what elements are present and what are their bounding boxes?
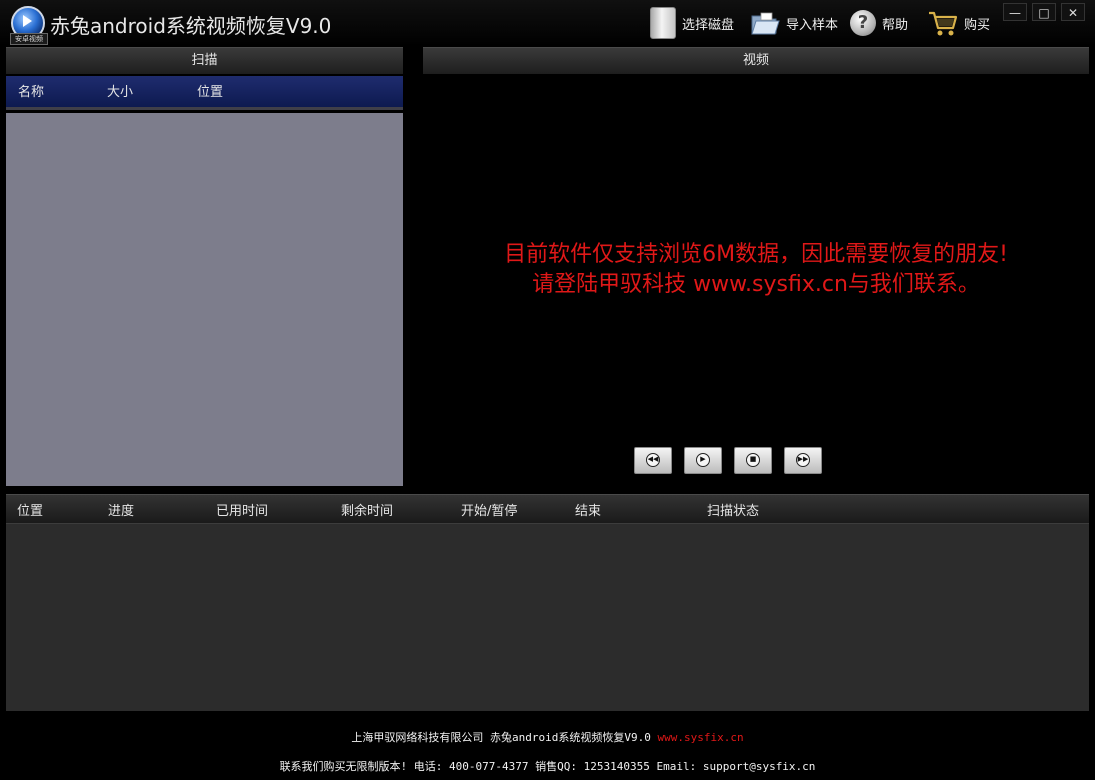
select-disk-button[interactable]: 选择磁盘 bbox=[650, 6, 734, 40]
fast-forward-button[interactable]: ▶▶ bbox=[784, 447, 822, 474]
video-limit-message: 目前软件仅支持浏览6M数据，因此需要恢复的朋友! 请登陆甲驭科技 www.sys… bbox=[423, 240, 1089, 300]
video-preview-area: 目前软件仅支持浏览6M数据，因此需要恢复的朋友! 请登陆甲驭科技 www.sys… bbox=[423, 75, 1089, 486]
task-list[interactable] bbox=[6, 523, 1089, 711]
play-icon: ▶ bbox=[696, 453, 710, 467]
close-button[interactable]: ✕ bbox=[1061, 3, 1085, 21]
rewind-icon: ◀◀ bbox=[646, 453, 660, 467]
maximize-button[interactable]: □ bbox=[1032, 3, 1056, 21]
app-logo-icon: 安卓视频 bbox=[10, 6, 48, 45]
scan-file-list[interactable] bbox=[6, 113, 403, 486]
app-window: 安卓视频 赤兔android系统视频恢复V9.0 选择磁盘 导入样本 ? 帮助 bbox=[0, 0, 1095, 780]
scan-column-header-row: 名称 大小 位置 bbox=[6, 76, 403, 110]
app-logo-text: 安卓视频 bbox=[10, 33, 48, 45]
minimize-button[interactable]: — bbox=[1003, 3, 1027, 21]
stop-button[interactable]: ■ bbox=[734, 447, 772, 474]
app-title: 赤兔android系统视频恢复V9.0 bbox=[50, 14, 332, 38]
video-message-line2: 请登陆甲驭科技 www.sysfix.cn与我们联系。 bbox=[532, 272, 980, 297]
play-button[interactable]: ▶ bbox=[684, 447, 722, 474]
import-sample-label: 导入样本 bbox=[786, 17, 839, 33]
footer-website-link[interactable]: www.sysfix.cn bbox=[658, 731, 744, 744]
buy-button[interactable]: 购买 bbox=[928, 6, 990, 40]
shopping-cart-icon bbox=[929, 11, 958, 36]
folder-icon bbox=[751, 12, 780, 35]
scan-panel-header: 扫描 bbox=[6, 47, 403, 74]
video-message-line1: 目前软件仅支持浏览6M数据，因此需要恢复的朋友! bbox=[504, 242, 1008, 267]
disk-icon bbox=[650, 7, 676, 39]
footer-company-line: 上海甲驭网络科技有限公司 赤兔android系统视频恢复V9.0 www.sys… bbox=[0, 729, 1095, 745]
select-disk-label: 选择磁盘 bbox=[682, 17, 735, 33]
footer-company-text: 上海甲驭网络科技有限公司 赤兔android系统视频恢复V9.0 bbox=[351, 731, 651, 744]
rewind-button[interactable]: ◀◀ bbox=[634, 447, 672, 474]
help-icon: ? bbox=[850, 10, 876, 36]
stop-icon: ■ bbox=[746, 453, 760, 467]
fast-forward-icon: ▶▶ bbox=[796, 453, 810, 467]
video-panel-header: 视频 bbox=[423, 47, 1089, 74]
help-label: 帮助 bbox=[882, 17, 909, 33]
footer-contact-line: 联系我们购买无限制版本! 电话: 400-077-4377 销售QQ: 1253… bbox=[279, 760, 816, 773]
scan-col-size[interactable]: 大小 bbox=[107, 76, 133, 110]
title-bar: 安卓视频 赤兔android系统视频恢复V9.0 选择磁盘 导入样本 ? 帮助 bbox=[0, 0, 1095, 46]
import-sample-button[interactable]: 导入样本 bbox=[750, 6, 838, 40]
scan-col-name[interactable]: 名称 bbox=[18, 76, 44, 110]
scan-col-location[interactable]: 位置 bbox=[197, 76, 223, 110]
buy-label: 购买 bbox=[964, 17, 991, 33]
help-button[interactable]: ? 帮助 bbox=[850, 6, 908, 40]
task-column-header-row: 位置 进度 已用时间 剩余时间 开始/暂停 结束 扫描状态 bbox=[6, 494, 1089, 523]
